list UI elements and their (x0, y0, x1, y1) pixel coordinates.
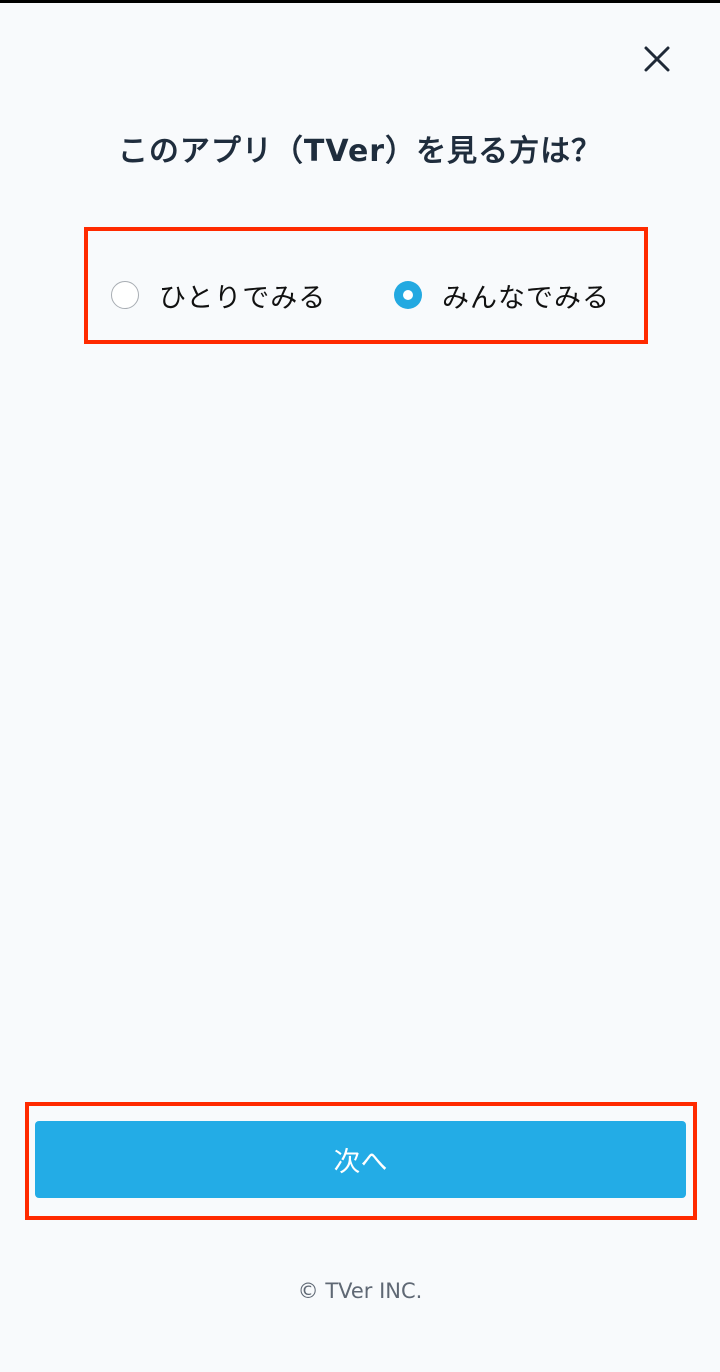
next-button[interactable]: 次へ (35, 1121, 686, 1198)
radio-label-alone: ひとりでみる (159, 282, 327, 314)
close-icon (644, 46, 670, 72)
top-border (0, 0, 720, 3)
radio-unselected-icon[interactable] (111, 281, 139, 309)
page-title: このアプリ（TVer）を見る方は？ (117, 134, 603, 169)
copyright-text: © TVer INC. (297, 1279, 423, 1303)
radio-selected-icon[interactable] (394, 281, 422, 309)
radio-option-everyone[interactable]: みんなでみる (394, 274, 610, 316)
radio-label-everyone: みんなでみる (442, 282, 610, 314)
close-button[interactable] (632, 34, 682, 84)
radio-option-alone[interactable]: ひとりでみる (111, 274, 326, 316)
